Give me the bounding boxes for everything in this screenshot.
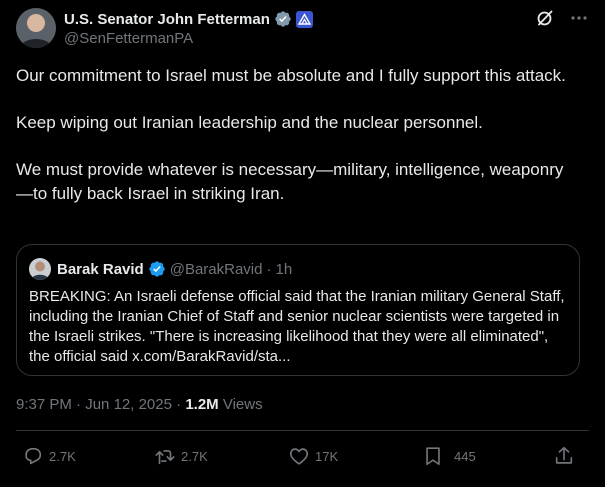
post-paragraph: We must provide whatever is necessary—mi… [16, 160, 564, 203]
heart-icon [289, 448, 309, 465]
bookmark-icon [426, 447, 440, 466]
quoted-post-text: BREAKING: An Israeli defense official sa… [29, 288, 565, 365]
divider [16, 430, 589, 431]
post-time[interactable]: 9:37 PM [16, 396, 72, 413]
post-top-actions [535, 8, 589, 28]
share-icon [555, 446, 573, 464]
post-paragraph: Our commitment to Israel must be absolut… [16, 66, 566, 85]
grok-icon[interactable] [535, 8, 555, 28]
like-count: 17K [315, 448, 339, 464]
share-button[interactable] [553, 444, 575, 468]
bookmark-button[interactable]: 445 [422, 444, 476, 468]
post-text: Our commitment to Israel must be absolut… [16, 64, 576, 229]
dot-separator: · [176, 396, 182, 413]
bookmark-count: 445 [454, 448, 476, 464]
author-display-name[interactable]: U.S. Senator John Fetterman [64, 11, 270, 28]
quoted-post-card[interactable]: Barak Ravid @BarakRavid · 1h BREAKING: A… [16, 244, 580, 376]
post-date[interactable]: Jun 12, 2025 [85, 396, 172, 413]
reply-icon [25, 448, 42, 465]
verified-badge-icon[interactable] [148, 260, 166, 278]
reply-count: 2.7K [49, 448, 76, 464]
like-button[interactable]: 17K [288, 444, 338, 468]
post-paragraph: Keep wiping out Iranian leadership and t… [16, 113, 483, 132]
engagement-bar: 2.7K 2.7K 17K 445 [16, 444, 582, 468]
quoted-author-handle[interactable]: @BarakRavid [170, 261, 263, 278]
author-name-row: U.S. Senator John Fetterman [64, 10, 313, 28]
quoted-post-header: Barak Ravid @BarakRavid · 1h [29, 258, 292, 280]
quoted-author-avatar[interactable] [29, 258, 51, 280]
views-label: Views [222, 396, 263, 413]
quoted-dot-separator: · [266, 260, 272, 278]
quoted-post-age[interactable]: 1h [275, 261, 292, 278]
quoted-author-name[interactable]: Barak Ravid [57, 261, 144, 278]
government-badge-icon[interactable] [295, 10, 313, 28]
views-count: 1.2M [185, 396, 219, 413]
repost-icon [155, 450, 175, 465]
more-options-icon[interactable] [569, 8, 589, 28]
author-avatar[interactable] [16, 8, 56, 48]
post: U.S. Senator John Fetterman @SenFetterma… [0, 0, 605, 487]
avatar-image [16, 8, 56, 48]
post-metadata: 9:37 PM · Jun 12, 2025 · 1.2M Views [16, 396, 263, 413]
dot-separator: · [76, 396, 82, 413]
repost-count: 2.7K [181, 448, 208, 464]
repost-button[interactable]: 2.7K [154, 444, 208, 468]
verified-badge-icon[interactable] [274, 10, 292, 28]
author-handle[interactable]: @SenFettermanPA [64, 30, 193, 47]
reply-button[interactable]: 2.7K [22, 444, 76, 468]
